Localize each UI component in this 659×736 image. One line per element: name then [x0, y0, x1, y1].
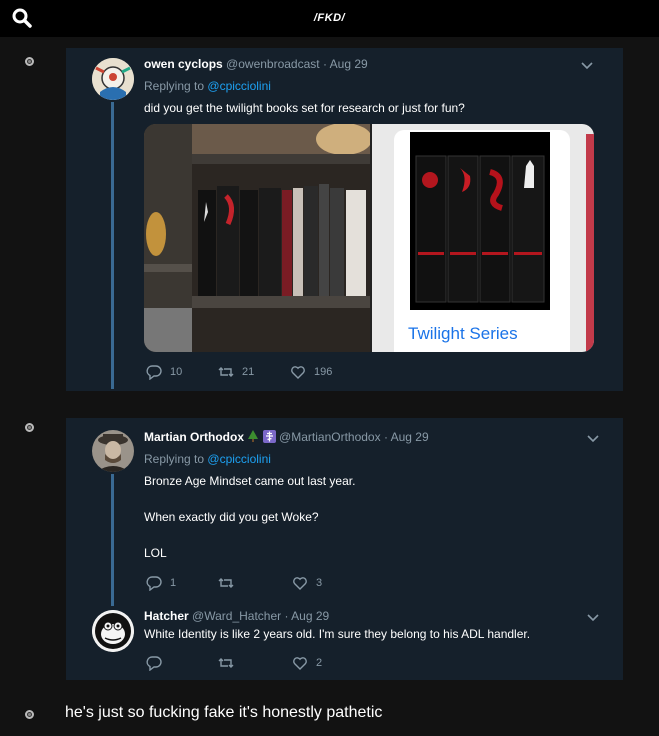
retweet-button[interactable]: [218, 655, 242, 671]
tweet-text: did you get the twilight books set for r…: [144, 101, 465, 115]
board-title[interactable]: /FKD/: [0, 12, 659, 24]
retweet-icon: [218, 367, 234, 377]
retweet-icon: [218, 578, 234, 588]
tweet-actions: 10 21 196: [146, 364, 446, 380]
retweet-count: 21: [242, 366, 255, 378]
replying-to-handle[interactable]: @cpicciolini: [207, 79, 271, 93]
post-comment-text: he's just so fucking fake it's honestly …: [65, 704, 383, 721]
tweet-author-handle[interactable]: @Ward_Hatcher: [192, 609, 281, 623]
like-button[interactable]: 196: [290, 364, 332, 380]
tweet-actions: 1 3: [146, 575, 446, 591]
avatar[interactable]: [92, 610, 134, 652]
post-marker-icon[interactable]: [25, 423, 34, 432]
tweet-author-handle[interactable]: @MartianOrthodox: [279, 430, 381, 444]
avatar[interactable]: [92, 430, 134, 472]
like-count: 3: [316, 577, 323, 589]
bookshelf-photo-icon: [144, 124, 370, 352]
avatar-frog-icon: [92, 610, 134, 652]
card-title[interactable]: Twilight Series: [408, 324, 518, 344]
chevron-down-icon[interactable]: [587, 614, 599, 622]
tweet-actions: 2: [146, 655, 446, 671]
replying-to-label: Replying to: [144, 452, 205, 466]
reply-button[interactable]: 10: [146, 364, 182, 380]
book-box-set-icon: [410, 132, 550, 310]
reply-button[interactable]: [146, 655, 170, 671]
tweet-date[interactable]: · Aug 29: [284, 609, 329, 623]
replying-to: Replying to @cpicciolini: [144, 79, 271, 93]
tweet-text: White Identity is like 2 years old. I'm …: [144, 627, 531, 641]
top-bar: /FKD/: [0, 0, 659, 37]
avatar-illustration-icon: [92, 58, 134, 100]
card-edge: [586, 134, 594, 352]
reply-icon: [146, 365, 162, 380]
search-result-card[interactable]: Twilight Series: [372, 124, 594, 352]
post-marker-icon[interactable]: [25, 57, 34, 66]
tweet-header: Martian Orthodox @MartianOrthodox · Aug …: [144, 430, 429, 444]
like-count: 2: [316, 657, 323, 669]
reply-button[interactable]: 1: [146, 575, 176, 591]
retweet-button[interactable]: 21: [218, 364, 254, 380]
reply-count: 10: [170, 366, 183, 378]
tweet-author-handle[interactable]: @owenbroadcast: [226, 57, 320, 71]
chevron-down-icon[interactable]: [581, 62, 593, 70]
tweet-text-line: LOL: [144, 546, 167, 560]
tweet-media[interactable]: Twilight Series: [144, 124, 594, 352]
card-panel: [394, 130, 570, 352]
replying-to-label: Replying to: [144, 79, 205, 93]
chevron-down-icon[interactable]: [587, 435, 599, 443]
reply-icon: [146, 656, 162, 671]
retweet-button[interactable]: [218, 575, 242, 591]
avatar[interactable]: [92, 58, 134, 100]
heart-icon: [293, 577, 307, 590]
like-count: 196: [314, 366, 333, 378]
tweet-header: Hatcher @Ward_Hatcher · Aug 29: [144, 609, 329, 623]
heart-icon: [291, 366, 305, 379]
replying-to: Replying to @cpicciolini: [144, 452, 271, 466]
replying-to-handle[interactable]: @cpicciolini: [207, 452, 271, 466]
tweet-date[interactable]: · Aug 29: [323, 57, 368, 71]
tweet-author-name[interactable]: Martian Orthodox: [144, 430, 244, 444]
tweet-author-name[interactable]: owen cyclops: [144, 57, 223, 71]
reply-icon: [146, 576, 162, 591]
tweet-text-line: Bronze Age Mindset came out last year.: [144, 474, 356, 488]
tweet-text-line: When exactly did you get Woke?: [144, 510, 319, 524]
tweet-header: owen cyclops @owenbroadcast · Aug 29: [144, 57, 368, 71]
avatar-portrait-icon: [92, 430, 134, 472]
retweet-icon: [218, 658, 234, 668]
heart-icon: [293, 657, 307, 670]
orthodox-cross-emoji-icon: [262, 430, 276, 443]
tree-emoji-icon: [248, 430, 259, 442]
like-button[interactable]: 2: [292, 655, 322, 671]
thread-line: [111, 474, 114, 606]
thread-line: [111, 102, 114, 389]
tweet-date[interactable]: · Aug 29: [384, 430, 429, 444]
like-button[interactable]: 3: [292, 575, 322, 591]
post-marker-icon[interactable]: [25, 710, 34, 719]
reply-count: 1: [170, 577, 177, 589]
tweet-author-name[interactable]: Hatcher: [144, 609, 189, 623]
